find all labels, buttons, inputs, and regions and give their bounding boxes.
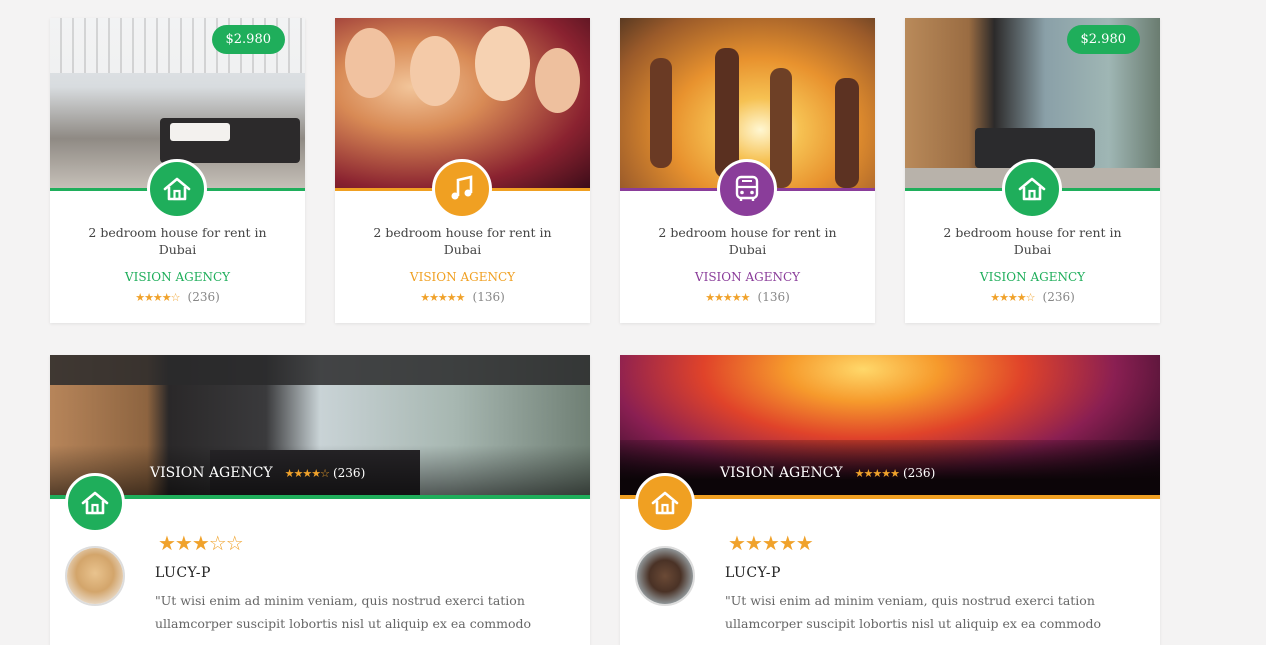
rating-stars: ★★★★☆: [284, 466, 330, 480]
listing-title[interactable]: 2 bedroom house for rent in Dubai: [70, 224, 285, 258]
review-stars: ★★★★★: [728, 531, 814, 555]
rating: ★★★★★ (136): [620, 290, 875, 304]
listing-title[interactable]: 2 bedroom house for rent in Dubai: [640, 224, 855, 258]
agency-name[interactable]: VISION AGENCY: [720, 465, 843, 481]
review-count: (136): [472, 290, 505, 304]
music-note-icon[interactable]: [432, 159, 492, 219]
home-icon[interactable]: [147, 159, 207, 219]
review-count: (136): [757, 290, 790, 304]
home-icon[interactable]: [635, 473, 695, 533]
bus-icon[interactable]: [717, 159, 777, 219]
review-count: (236): [902, 466, 936, 480]
listing-card[interactable]: 2 bedroom house for rent in Dubai VISION…: [620, 18, 875, 323]
accent-line: [50, 495, 590, 499]
rating: ★★★★☆ (236): [50, 290, 305, 304]
listing-card[interactable]: $2.980 2 bedroom house for rent in Dubai…: [50, 18, 305, 323]
home-icon[interactable]: [65, 473, 125, 533]
accent-line: [620, 495, 1160, 499]
agency-name[interactable]: VISION AGENCY: [620, 270, 875, 284]
rating-stars: ★★★★★: [705, 291, 750, 304]
price-badge: $2.980: [211, 25, 285, 54]
review-text: "Ut wisi enim ad minim veniam, quis nost…: [725, 593, 1101, 631]
listing-card[interactable]: 2 bedroom house for rent in Dubai VISION…: [335, 18, 590, 323]
review-card[interactable]: VISION AGENCY ★★★★☆ (236) ★★★☆☆ LUCY-P "…: [50, 355, 590, 645]
price-badge: $2.980: [1066, 25, 1140, 54]
review-count: (236): [1042, 290, 1075, 304]
review-count: (236): [187, 290, 220, 304]
photo-overlay: VISION AGENCY ★★★★☆ (236): [150, 465, 365, 481]
photo-overlay: VISION AGENCY ★★★★★ (236): [720, 465, 935, 481]
reviewer-name[interactable]: LUCY-P: [725, 565, 781, 581]
home-icon[interactable]: [1002, 159, 1062, 219]
rating: ★★★★★ (136): [335, 290, 590, 304]
agency-name[interactable]: VISION AGENCY: [335, 270, 590, 284]
listing-title[interactable]: 2 bedroom house for rent in Dubai: [925, 224, 1140, 258]
rating-stars: ★★★★★: [420, 291, 465, 304]
review-text: "Ut wisi enim ad minim veniam, quis nost…: [155, 593, 531, 631]
reviewer-name[interactable]: LUCY-P: [155, 565, 211, 581]
review-count: (236): [332, 466, 366, 480]
rating-stars: ★★★★★: [854, 466, 900, 480]
review-stars: ★★★☆☆: [158, 531, 244, 555]
avatar[interactable]: [635, 546, 695, 606]
agency-name[interactable]: VISION AGENCY: [150, 465, 273, 481]
review-card[interactable]: VISION AGENCY ★★★★★ (236) ★★★★★ LUCY-P "…: [620, 355, 1160, 645]
listing-title[interactable]: 2 bedroom house for rent in Dubai: [355, 224, 570, 258]
rating-stars: ★★★★☆: [990, 291, 1035, 304]
listing-card[interactable]: $2.980 2 bedroom house for rent in Dubai…: [905, 18, 1160, 323]
avatar[interactable]: [65, 546, 125, 606]
rating: ★★★★☆ (236): [905, 290, 1160, 304]
agency-name[interactable]: VISION AGENCY: [905, 270, 1160, 284]
agency-name[interactable]: VISION AGENCY: [50, 270, 305, 284]
rating-stars: ★★★★☆: [135, 291, 180, 304]
